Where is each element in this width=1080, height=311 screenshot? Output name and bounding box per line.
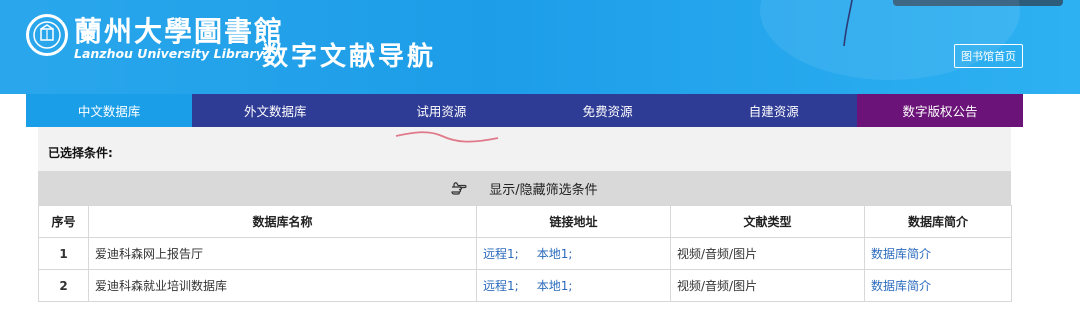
red-underline-scribble [395, 131, 499, 143]
site-subtitle: 数字文献导航 [262, 42, 437, 72]
database-intro-link[interactable]: 数据库简介 [871, 247, 931, 261]
site-header: 蘭州大學圖書館 Lanzhou University Library 数字文献导… [0, 0, 1080, 94]
selected-conditions-bar: 已选择条件: [38, 127, 1011, 171]
link-cell: 远程1; 本地1; [476, 269, 671, 302]
local-link[interactable]: 本地1; [537, 247, 573, 261]
nav-foreign-databases[interactable]: 外文数据库 [192, 94, 358, 127]
table-row: 2 爱迪科森就业培训数据库 远程1; 本地1; 视频/音频/图片 数据库简介 [38, 269, 1012, 302]
row-number: 2 [38, 269, 89, 302]
database-table: 序号 数据库名称 链接地址 文献类型 数据库简介 1 爱迪科森网上报告厅 远程1… [38, 205, 1012, 302]
col-header-type: 文献类型 [670, 205, 865, 238]
row-number: 1 [38, 237, 89, 270]
toggle-filter-label: 显示/隐藏筛选条件 [489, 182, 598, 198]
library-home-button[interactable]: 图书馆首页 [954, 44, 1023, 68]
pointing-hand-icon [451, 181, 467, 195]
nav-chinese-databases[interactable]: 中文数据库 [26, 94, 193, 127]
toggle-filter-button[interactable]: 显示/隐藏筛选条件 [38, 171, 1011, 205]
seal-icon [33, 21, 61, 49]
link-cell: 远程1; 本地1; [476, 237, 671, 270]
table-row: 1 爱迪科森网上报告厅 远程1; 本地1; 视频/音频/图片 数据库简介 [38, 237, 1012, 270]
table-header-row: 序号 数据库名称 链接地址 文献类型 数据库简介 [38, 205, 1012, 238]
pen-scribble [843, 0, 853, 47]
university-seal-logo[interactable] [26, 14, 68, 56]
selected-conditions-label: 已选择条件: [48, 146, 113, 160]
library-name-english: Lanzhou University Library [74, 46, 264, 61]
col-header-intro: 数据库简介 [864, 205, 1012, 238]
intro-cell: 数据库简介 [864, 237, 1012, 270]
document-type: 视频/音频/图片 [670, 237, 865, 270]
intro-cell: 数据库简介 [864, 269, 1012, 302]
col-header-name: 数据库名称 [88, 205, 477, 238]
nav-self-built-resources[interactable]: 自建资源 [691, 94, 857, 127]
col-header-links: 链接地址 [476, 205, 671, 238]
nav-digital-copyright[interactable]: 数字版权公告 [856, 94, 1024, 127]
main-nav: 中文数据库 外文数据库 试用资源 免费资源 自建资源 数字版权公告 [26, 94, 1024, 127]
database-list-panel: 已选择条件: 显示/隐藏筛选条件 序号 数据库名称 链接地址 文献类型 数据库简… [38, 127, 1012, 311]
nav-free-resources[interactable]: 免费资源 [525, 94, 691, 127]
database-name: 爱迪科森网上报告厅 [88, 237, 477, 270]
library-name-chinese: 蘭州大學圖書館 [74, 15, 285, 48]
database-intro-link[interactable]: 数据库简介 [871, 279, 931, 293]
nav-trial-resources[interactable]: 试用资源 [358, 94, 524, 127]
local-link[interactable]: 本地1; [537, 279, 573, 293]
document-type: 视频/音频/图片 [670, 269, 865, 302]
database-name: 爱迪科森就业培训数据库 [88, 269, 477, 302]
top-strip [893, 0, 1063, 6]
remote-link[interactable]: 远程1; [483, 279, 519, 293]
col-header-number: 序号 [38, 205, 89, 238]
remote-link[interactable]: 远程1; [483, 247, 519, 261]
